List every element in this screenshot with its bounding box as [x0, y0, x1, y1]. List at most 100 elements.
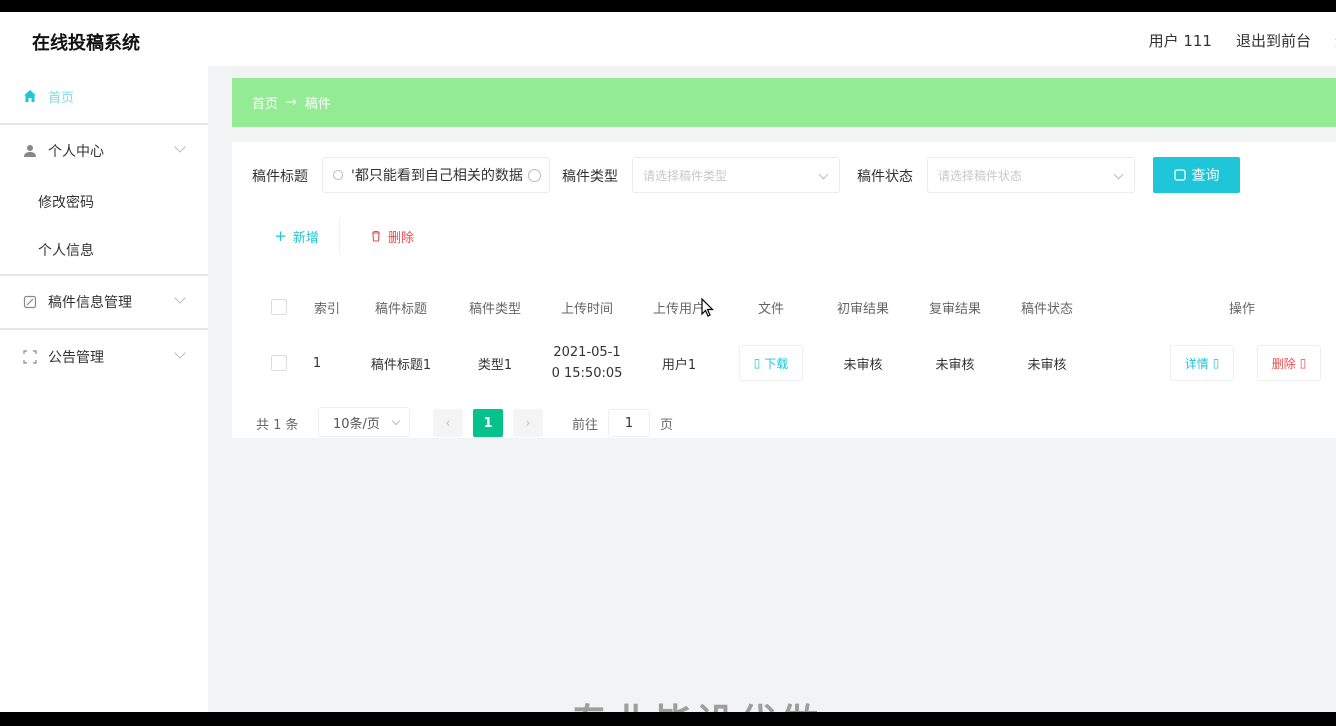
chevron-down-icon — [818, 169, 829, 180]
clear-icon[interactable] — [528, 169, 541, 182]
download-button-label: 下载 — [764, 356, 789, 371]
watermark: 专业毕设代做 — [570, 692, 822, 712]
status-select-placeholder: 请选择稿件状态 — [938, 168, 1023, 183]
sidebar-divider — [0, 123, 208, 125]
sidebar-item-change-password[interactable]: 修改密码 — [38, 192, 94, 212]
home-icon — [22, 88, 38, 104]
column-header: 复审结果 — [928, 301, 981, 317]
download-button[interactable]: ▯ 下载 — [738, 345, 804, 381]
chevron-down-icon — [391, 416, 401, 426]
row-title: 稿件标题1 — [370, 357, 432, 373]
page-unit-label: 页 — [660, 417, 674, 433]
column-header: 稿件类型 — [468, 301, 521, 317]
row-type: 类型1 — [477, 357, 513, 373]
type-select-placeholder: 请选择稿件类型 — [643, 168, 728, 183]
sidebar-item-personal-center[interactable]: 个人中心 — [0, 127, 208, 175]
search-icon — [333, 170, 343, 180]
sidebar-item-personal-info[interactable]: 个人信息 — [38, 240, 94, 260]
sidebar-item-manuscript-management[interactable]: 稿件信息管理 — [0, 278, 208, 326]
row-checkbox[interactable] — [271, 355, 287, 371]
mouse-cursor-icon — [701, 298, 714, 317]
status-filter-label: 稿件状态 — [857, 169, 913, 185]
column-header: 操作 — [1228, 301, 1255, 317]
table-row: 1 稿件标题1 类型1 2021-05-1 0 15:50:05 用户1 ▯ 下… — [252, 332, 1336, 394]
bottom-letterbox — [0, 712, 1336, 726]
column-header: 文件 — [757, 301, 784, 317]
row-user: 用户1 — [661, 357, 697, 373]
notice-icon — [22, 349, 38, 365]
batch-delete-button[interactable]: 删除 — [350, 218, 434, 254]
type-filter-label: 稿件类型 — [562, 169, 618, 185]
pagination-total: 共 1 条 — [256, 409, 299, 437]
sidebar-item-notice-management[interactable]: 公告管理 — [0, 333, 208, 381]
breadcrumb-arrow: → — [286, 95, 297, 110]
sidebar: 首页 个人中心 修改密码 个人信息 稿件信息管理 公告管理 — [0, 66, 208, 712]
column-header: 稿件状态 — [1020, 301, 1073, 317]
header-links: 用户 111 退出到前台 退 — [1149, 30, 1336, 51]
row-delete-label: 删除 — [1271, 356, 1296, 371]
chevron-down-icon — [174, 347, 186, 359]
app-window: 在线投稿系统 用户 111 退出到前台 退 首页 个人中心 修改密码 个人信息 — [0, 12, 1336, 712]
breadcrumb-current: 稿件 — [304, 97, 331, 112]
sidebar-item-label: 个人中心 — [48, 144, 104, 160]
add-button-label: 新增 — [292, 230, 319, 246]
top-letterbox — [0, 0, 1336, 12]
batch-delete-label: 删除 — [387, 230, 414, 246]
detail-button[interactable]: 详情 ▯ — [1169, 345, 1235, 381]
search-icon — [1173, 169, 1186, 181]
page-size-select[interactable]: 10条/页 — [318, 407, 410, 437]
column-header: 索引 — [313, 301, 340, 317]
row-status: 未审核 — [1027, 357, 1067, 373]
row-first-review: 未审核 — [843, 357, 883, 373]
row-delete-button[interactable]: 删除 ▯ — [1256, 345, 1322, 381]
page-number-button[interactable]: 1 — [473, 409, 503, 437]
trash-icon — [371, 230, 380, 242]
select-all-checkbox[interactable] — [271, 299, 287, 315]
query-button-label: 查询 — [1191, 168, 1220, 184]
status-select[interactable]: 请选择稿件状态 — [927, 157, 1135, 193]
row-upload-time: 2021-05-1 0 15:50:05 — [542, 332, 632, 394]
goto-page: 前往 1 页 — [572, 409, 673, 437]
breadcrumb: 首页 → 稿件 — [232, 78, 1336, 127]
detail-button-label: 详情 — [1184, 356, 1209, 371]
column-header: 稿件标题 — [374, 301, 427, 317]
chevron-down-icon — [174, 292, 186, 304]
column-header: 初审结果 — [836, 301, 889, 317]
chevron-down-icon — [1113, 169, 1124, 180]
total-count: 共 1 条 — [256, 417, 299, 433]
title-search-input[interactable]: '都只能看到自己相关的数据 — [322, 157, 550, 193]
upload-time-clock: 0 15:50:05 — [551, 366, 623, 381]
edit-icon — [22, 294, 38, 310]
row-second-review: 未审核 — [935, 357, 975, 373]
page-size-value: 10条/页 — [333, 416, 380, 432]
column-header: 上传时间 — [560, 301, 613, 317]
back-to-front-link[interactable]: 退出到前台 — [1236, 30, 1311, 51]
prev-page-button[interactable]: ‹ — [433, 409, 463, 437]
upload-time-date: 2021-05-1 — [553, 345, 621, 360]
type-select[interactable]: 请选择稿件类型 — [632, 157, 840, 193]
top-header: 在线投稿系统 用户 111 退出到前台 退 — [0, 12, 1336, 66]
sidebar-divider — [0, 274, 208, 276]
sidebar-item-label: 首页 — [48, 90, 75, 106]
query-button[interactable]: 查询 — [1153, 157, 1240, 193]
sidebar-item-label: 稿件信息管理 — [48, 295, 132, 311]
chevron-down-icon — [174, 141, 186, 153]
title-search-value: '都只能看到自己相关的数据 — [351, 168, 523, 184]
plus-icon: + — [274, 227, 287, 245]
goto-label: 前往 — [572, 417, 599, 433]
next-page-button[interactable]: › — [513, 409, 543, 437]
title-filter-label: 稿件标题 — [252, 169, 308, 185]
user-icon — [22, 143, 38, 159]
manuscript-list-panel: 稿件标题 '都只能看到自己相关的数据 稿件类型 请选择稿件类型 稿件状态 请选择… — [232, 142, 1336, 438]
goto-page-input[interactable]: 1 — [608, 409, 651, 437]
trash-icon: ▯ — [1299, 356, 1307, 370]
add-button[interactable]: + 新增 — [254, 218, 340, 254]
sidebar-item-home[interactable]: 首页 — [0, 72, 208, 120]
table-header: 索引 稿件标题 稿件类型 上传时间 上传用户 文件 初审结果 复审结果 稿件状态… — [252, 282, 1336, 332]
chevron-right-icon: › — [525, 415, 531, 431]
app-title: 在线投稿系统 — [32, 33, 140, 54]
sidebar-divider — [0, 328, 208, 330]
current-user[interactable]: 用户 111 — [1149, 30, 1212, 51]
row-index: 1 — [312, 355, 322, 371]
breadcrumb-home[interactable]: 首页 — [252, 93, 278, 112]
